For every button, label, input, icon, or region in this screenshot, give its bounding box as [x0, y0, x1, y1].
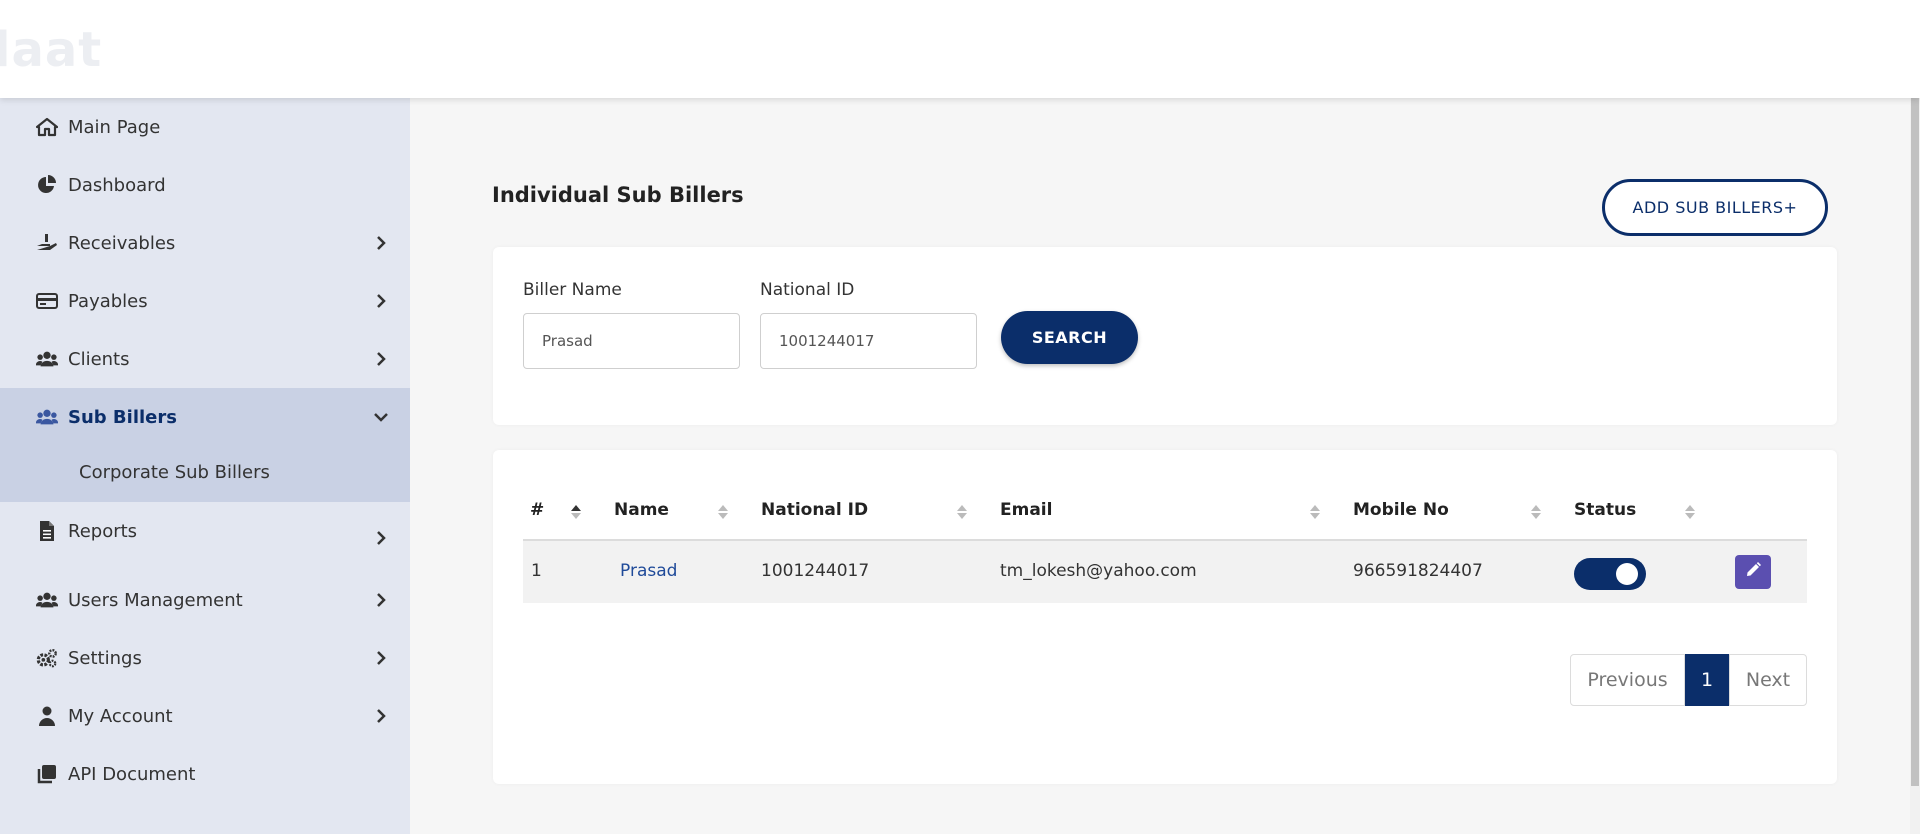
sidebar-item-label: Receivables: [68, 232, 176, 254]
column-header-index[interactable]: #: [530, 500, 544, 520]
sidebar-item-label: Main Page: [68, 116, 161, 138]
top-header: laat: [0, 0, 1920, 98]
status-toggle[interactable]: [1574, 558, 1646, 590]
sort-icon[interactable]: [1530, 503, 1542, 521]
sidebar-item-label: Settings: [68, 647, 142, 669]
pencil-icon: [1744, 561, 1762, 583]
column-header-email[interactable]: Email: [1000, 500, 1052, 520]
users-icon: [36, 348, 58, 370]
sidebar-item-label: Dashboard: [68, 174, 166, 196]
sidebar-subitem-label: Corporate Sub Billers: [79, 462, 270, 483]
edit-button[interactable]: [1735, 555, 1771, 589]
gears-icon: [36, 647, 58, 669]
national-id-input[interactable]: [760, 313, 977, 369]
biller-name-input[interactable]: [523, 313, 740, 369]
file-icon: [36, 520, 58, 542]
sidebar-item-label: Payables: [68, 290, 148, 312]
sidebar-item-clients[interactable]: Clients: [0, 330, 410, 388]
credit-card-icon: [36, 290, 58, 312]
pie-chart-icon: [36, 174, 58, 196]
sidebar-item-settings[interactable]: Settings: [0, 629, 410, 687]
national-id-label: National ID: [760, 280, 855, 300]
sidebar-item-users-management[interactable]: Users Management: [0, 571, 410, 629]
sort-icon[interactable]: [1309, 503, 1321, 521]
column-header-national-id[interactable]: National ID: [761, 500, 868, 520]
page-title: Individual Sub Billers: [492, 183, 744, 207]
sidebar-item-payables[interactable]: Payables: [0, 272, 410, 330]
cell-email: tm_lokesh@yahoo.com: [1000, 561, 1197, 581]
sidebar-item-label: API Document: [68, 763, 196, 785]
sidebar-item-my-account[interactable]: My Account: [0, 687, 410, 745]
sidebar-item-api-document[interactable]: API Document: [0, 745, 410, 803]
chevron-right-icon: [374, 651, 388, 665]
sidebar-item-label: Reports: [68, 520, 138, 542]
sidebar-item-main-page[interactable]: Main Page: [0, 98, 410, 156]
sidebar-item-dashboard[interactable]: Dashboard: [0, 156, 410, 214]
search-button[interactable]: SEARCH: [1001, 311, 1138, 364]
pagination-previous-button[interactable]: Previous: [1570, 654, 1685, 706]
users-icon: [36, 589, 58, 611]
chevron-right-icon: [374, 294, 388, 308]
pagination-page-button[interactable]: 1: [1685, 654, 1729, 706]
sidebar-item-reports[interactable]: Reports: [0, 502, 410, 560]
home-icon: [36, 116, 58, 138]
sort-icon[interactable]: [956, 503, 968, 521]
sidebar-subitem-corporate-sub-billers[interactable]: Corporate Sub Billers: [0, 446, 410, 502]
sidebar-item-label: Users Management: [68, 589, 243, 611]
cell-name-link[interactable]: Prasad: [620, 561, 677, 581]
biller-name-label: Biller Name: [523, 280, 622, 300]
sidebar-item-label: Clients: [68, 348, 130, 370]
user-icon: [36, 705, 58, 727]
chevron-right-icon: [374, 531, 388, 545]
chevron-right-icon: [374, 709, 388, 723]
toggle-knob: [1616, 563, 1638, 585]
chevron-down-icon: [374, 410, 388, 424]
sort-icon[interactable]: [717, 503, 729, 521]
add-sub-billers-button[interactable]: ADD SUB BILLERS+: [1602, 179, 1828, 236]
sort-icon[interactable]: [1684, 503, 1696, 521]
sidebar-item-label: My Account: [68, 705, 173, 727]
sidebar-item-sub-billers[interactable]: Sub Billers: [0, 388, 410, 446]
scrollbar-thumb[interactable]: [1911, 98, 1919, 786]
column-header-status[interactable]: Status: [1574, 500, 1636, 520]
brand-logo[interactable]: laat: [0, 22, 102, 78]
hand-money-icon: [36, 232, 58, 254]
cell-index: 1: [531, 561, 542, 581]
sidebar-item-label: Sub Billers: [68, 406, 177, 428]
cell-mobile: 966591824407: [1353, 561, 1483, 581]
chevron-right-icon: [374, 593, 388, 607]
column-header-name[interactable]: Name: [614, 500, 669, 520]
chevron-right-icon: [374, 236, 388, 250]
column-header-mobile-no[interactable]: Mobile No: [1353, 500, 1449, 520]
users-icon: [36, 406, 58, 428]
pagination: Previous 1 Next: [1570, 654, 1807, 706]
cell-national-id: 1001244017: [761, 561, 870, 581]
chevron-right-icon: [374, 352, 388, 366]
sort-up-icon[interactable]: [570, 503, 582, 521]
sidebar-item-receivables[interactable]: Receivables: [0, 214, 410, 272]
copy-icon: [36, 763, 58, 785]
pagination-next-button[interactable]: Next: [1729, 654, 1807, 706]
